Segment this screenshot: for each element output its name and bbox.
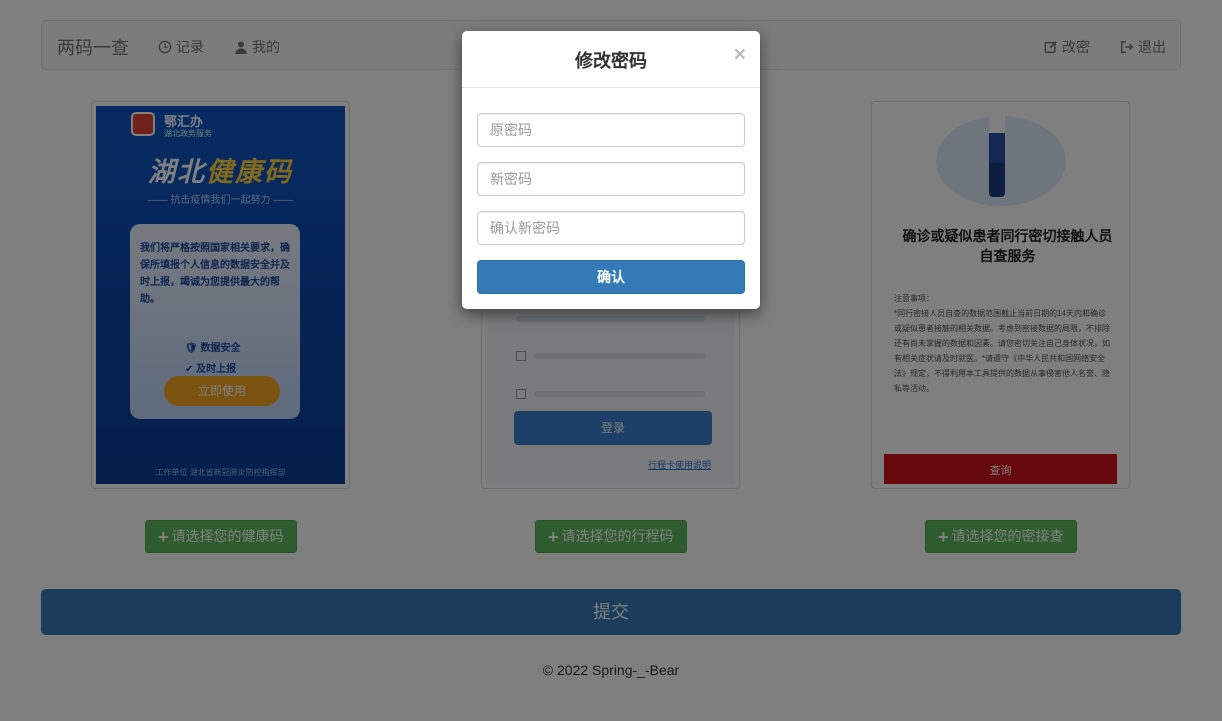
confirm-password-input[interactable]	[477, 211, 745, 245]
modal-title: 修改密码	[575, 51, 647, 71]
change-password-modal: 修改密码 × 确认	[462, 31, 760, 309]
close-icon[interactable]: ×	[734, 43, 746, 67]
new-password-input[interactable]	[477, 162, 745, 196]
modal-header: 修改密码 ×	[462, 31, 760, 88]
confirm-button[interactable]: 确认	[477, 260, 745, 294]
old-password-input[interactable]	[477, 113, 745, 147]
